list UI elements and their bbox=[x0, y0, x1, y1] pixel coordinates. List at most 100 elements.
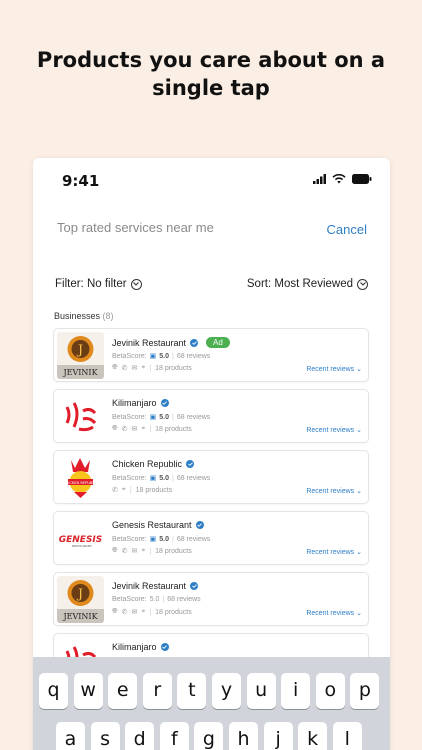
product-count: 18 products bbox=[155, 425, 192, 433]
verified-icon bbox=[160, 643, 169, 651]
key-q[interactable]: q bbox=[39, 673, 68, 709]
score-label: BetaScore: bbox=[112, 535, 147, 543]
key-u[interactable]: u bbox=[246, 673, 276, 709]
product-count: 18 products bbox=[155, 364, 192, 372]
businesses-heading: Businesses (8) bbox=[54, 311, 114, 321]
headline: Products you care about on a single tap bbox=[0, 46, 422, 102]
business-card[interactable]: Kilimanjaro BetaScore: ▣ 5.0 | 68 review… bbox=[53, 389, 369, 443]
score-value: 5.0 bbox=[159, 352, 169, 360]
location-icon[interactable]: ⌖ bbox=[141, 608, 145, 616]
key-t[interactable]: t bbox=[177, 673, 207, 709]
score-value: 5.0 bbox=[159, 474, 169, 482]
mail-icon[interactable]: ✉ bbox=[131, 364, 137, 372]
score-icon: ▣ bbox=[149, 414, 157, 421]
score-value: 5.0 bbox=[159, 535, 169, 543]
search-input[interactable] bbox=[57, 220, 307, 235]
score-icon: ▣ bbox=[149, 536, 157, 543]
phone-icon[interactable]: ✆ bbox=[122, 547, 128, 555]
globe-icon[interactable]: 🌐︎ bbox=[112, 425, 118, 433]
business-card[interactable]: J JEVINIK Jevinik Restaurant Ad BetaScor… bbox=[53, 328, 369, 382]
key-r[interactable]: r bbox=[142, 673, 172, 709]
contact-icons: 🌐︎ ✆ ✉ ⌖ | 18 products bbox=[112, 364, 192, 372]
business-name: Kilimanjaro bbox=[112, 398, 157, 408]
filter-dropdown[interactable]: Filter: No filter bbox=[55, 276, 142, 292]
business-name: Chicken Republic bbox=[112, 459, 183, 469]
business-card[interactable]: CHICKEN REPUBLIC Chicken Republic BetaSc… bbox=[53, 450, 369, 504]
key-h[interactable]: h bbox=[229, 722, 258, 750]
keyboard: qwertyuiop asdfghjkl bbox=[33, 657, 390, 750]
key-y[interactable]: y bbox=[212, 673, 241, 709]
key-a[interactable]: a bbox=[56, 722, 85, 750]
contact-icons: ✆ ⌖ | 18 products bbox=[112, 486, 173, 494]
status-icons bbox=[313, 174, 372, 184]
product-count: 18 products bbox=[135, 486, 173, 494]
business-name: Kilimanjaro bbox=[112, 642, 157, 652]
key-j[interactable]: j bbox=[263, 722, 293, 750]
business-card[interactable]: J JEVINIK Jevinik Restaurant BetaScore: … bbox=[53, 572, 369, 626]
mail-icon[interactable]: ✉ bbox=[131, 547, 137, 555]
key-w[interactable]: w bbox=[73, 673, 103, 709]
contact-icons: 🌐︎ ✆ ✉ ⌖ | 18 products bbox=[112, 608, 192, 616]
score-row: BetaScore: ▣ 5.0 | 68 reviews bbox=[112, 535, 211, 544]
globe-icon[interactable]: 🌐︎ bbox=[112, 364, 118, 372]
sort-dropdown[interactable]: Sort: Most Reviewed bbox=[247, 276, 368, 292]
recent-reviews-link[interactable]: Recent reviews ⌄ bbox=[306, 609, 362, 617]
status-time: 9:41 bbox=[62, 172, 100, 190]
recent-reviews-link[interactable]: Recent reviews ⌄ bbox=[306, 426, 362, 434]
key-l[interactable]: l bbox=[332, 722, 362, 750]
review-count: 68 reviews bbox=[176, 474, 211, 482]
score-value: 5.0 bbox=[159, 413, 169, 421]
product-count: 18 products bbox=[155, 608, 192, 616]
product-count: 18 products bbox=[155, 547, 192, 555]
key-f[interactable]: f bbox=[159, 722, 189, 750]
globe-icon[interactable]: 🌐︎ bbox=[112, 608, 118, 616]
key-o[interactable]: o bbox=[315, 673, 345, 709]
mail-icon[interactable]: ✉ bbox=[131, 425, 137, 433]
headline-line2: single tap bbox=[152, 76, 270, 100]
score-icon: ▣ bbox=[149, 475, 157, 482]
chevron-down-icon bbox=[357, 278, 368, 290]
review-count: 68 reviews bbox=[176, 352, 211, 360]
sort-label: Sort: Most Reviewed bbox=[246, 278, 353, 290]
key-s[interactable]: s bbox=[90, 722, 120, 750]
score-label: BetaScore: bbox=[112, 413, 147, 421]
score-row: BetaScore: ▣ 5.0 | 68 reviews bbox=[112, 352, 211, 361]
verified-icon bbox=[190, 338, 199, 347]
score-value: 5.0 bbox=[149, 596, 160, 603]
business-card[interactable]: GENESIS RESTAURANT Genesis Restaurant Be… bbox=[53, 511, 369, 565]
key-g[interactable]: g bbox=[194, 722, 224, 750]
score-icon: ▣ bbox=[149, 353, 157, 360]
key-e[interactable]: e bbox=[108, 673, 138, 709]
verified-icon bbox=[186, 460, 195, 468]
chevron-down-icon: ⌄ bbox=[356, 488, 362, 495]
businesses-label: Businesses bbox=[54, 311, 101, 321]
phone-icon[interactable]: ✆ bbox=[122, 364, 128, 372]
mail-icon[interactable]: ✉ bbox=[131, 608, 137, 616]
chevron-down-icon: ⌄ bbox=[356, 427, 362, 434]
key-d[interactable]: d bbox=[125, 722, 155, 750]
location-icon[interactable]: ⌖ bbox=[141, 364, 145, 372]
filter-sort-row: Filter: No filter Sort: Most Reviewed bbox=[55, 276, 368, 292]
score-row: BetaScore: ▣ 5.0 | 68 reviews bbox=[112, 413, 211, 422]
business-name: Jevinik Restaurant bbox=[112, 581, 187, 591]
businesses-count: (8) bbox=[102, 311, 114, 321]
phone-icon[interactable]: ✆ bbox=[122, 425, 128, 433]
jevinik-logo: J JEVINIK bbox=[57, 332, 104, 379]
verified-icon bbox=[190, 582, 199, 590]
location-icon[interactable]: ⌖ bbox=[141, 425, 145, 433]
cancel-button[interactable]: Cancel bbox=[327, 222, 367, 237]
recent-reviews-link[interactable]: Recent reviews ⌄ bbox=[306, 365, 362, 373]
key-k[interactable]: k bbox=[298, 722, 328, 750]
phone-icon[interactable]: ✆ bbox=[122, 608, 128, 616]
key-p[interactable]: p bbox=[350, 673, 380, 709]
score-row: BetaScore: 5.0 | 68 reviews bbox=[112, 596, 201, 603]
globe-icon[interactable]: 🌐︎ bbox=[112, 547, 118, 555]
key-i[interactable]: i bbox=[281, 673, 311, 709]
recent-reviews-link[interactable]: Recent reviews ⌄ bbox=[306, 548, 362, 556]
headline-line1: Products you care about on a bbox=[36, 48, 386, 72]
location-icon[interactable]: ⌖ bbox=[122, 486, 126, 494]
location-icon[interactable]: ⌖ bbox=[141, 547, 145, 555]
phone-icon[interactable]: ✆ bbox=[112, 486, 118, 494]
recent-reviews-link[interactable]: Recent reviews ⌄ bbox=[306, 487, 362, 495]
kilimanjaro-logo bbox=[57, 393, 104, 440]
